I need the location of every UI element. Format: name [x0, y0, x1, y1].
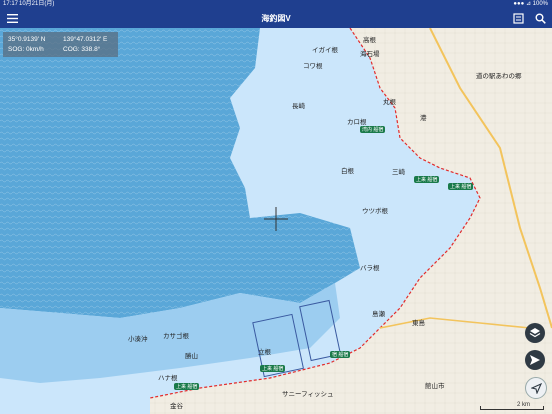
map-label: 三崎 — [392, 169, 405, 176]
latitude-value: 35°0.9139' N — [8, 36, 46, 43]
chart-book-button[interactable] — [510, 11, 526, 26]
map-label: 金谷 — [170, 403, 183, 410]
map-badge[interactable]: 上来 船宿 — [260, 365, 286, 372]
map-label: バラ根 — [360, 265, 380, 272]
nav-bar: 海釣図V — [0, 9, 552, 28]
map-label: 東島 — [412, 320, 425, 327]
longitude-value: 139°47.0312' E — [63, 36, 108, 43]
map-label: 白根 — [341, 168, 354, 175]
map-label: 高根 — [363, 37, 376, 44]
map-label: イガイ根 — [312, 47, 338, 54]
map-label: カサゴ根 — [163, 333, 189, 340]
map-label: コワ根 — [303, 63, 323, 70]
map-badge[interactable]: 湾内 船宿 — [360, 126, 386, 133]
map-badge[interactable]: 上来 船宿 — [174, 383, 200, 390]
status-time: 17:17 — [3, 1, 19, 7]
cog-value: COG: 338.8° — [63, 46, 101, 53]
map-badge[interactable]: 上来 船宿 — [448, 183, 474, 190]
map-label: カロ根 — [347, 119, 367, 126]
sog-value: SOG: 0km/h — [8, 46, 44, 53]
map-label: ウツボ根 — [362, 208, 388, 215]
nautical-map[interactable]: 高根 イガイ根 コワ根 海石場 丸根 カロ根 長崎 白根 ウツボ根 三崎 バラ根… — [0, 28, 552, 414]
status-date: 10月21日(月) — [19, 1, 55, 7]
position-info-panel: 35°0.9139' N 139°47.0312' E SOG: 0km/h C… — [3, 32, 118, 57]
map-label: 港 — [420, 115, 427, 122]
search-button[interactable] — [532, 11, 548, 26]
send-icon — [530, 355, 540, 365]
scale-bar — [480, 406, 544, 410]
locate-button[interactable] — [525, 377, 547, 399]
locate-arrow-icon — [530, 382, 542, 394]
map-label: 館山市 — [425, 383, 445, 390]
status-indicators: ●●● ⊿ 100% — [513, 1, 548, 7]
navigate-button[interactable] — [525, 350, 545, 370]
map-badge[interactable]: 上来 船宿 — [414, 176, 440, 183]
map-label: 長崎 — [292, 103, 305, 110]
map-canvas — [0, 28, 552, 414]
map-label: 島瀬 — [372, 311, 385, 318]
map-label: 小湊沖 — [128, 336, 148, 343]
layers-button[interactable] — [525, 323, 545, 343]
page-title: 海釣図V — [261, 14, 291, 23]
map-badge[interactable]: 宿 船宿 — [330, 351, 351, 358]
chart-book-icon — [512, 13, 524, 24]
search-icon — [535, 13, 546, 24]
map-label: 丸根 — [383, 99, 396, 106]
map-label: 立根 — [258, 349, 271, 356]
layers-icon — [529, 328, 541, 338]
map-label: ハナ根 — [158, 375, 178, 382]
status-bar: 17:17 10月21日(月) ●●● ⊿ 100% — [0, 0, 552, 9]
map-label: 海石場 — [360, 51, 380, 58]
map-label: サニーフィッシュ — [282, 391, 334, 398]
map-label: 道の駅あわの郷 — [476, 73, 522, 80]
map-label: 勝山 — [185, 353, 198, 360]
